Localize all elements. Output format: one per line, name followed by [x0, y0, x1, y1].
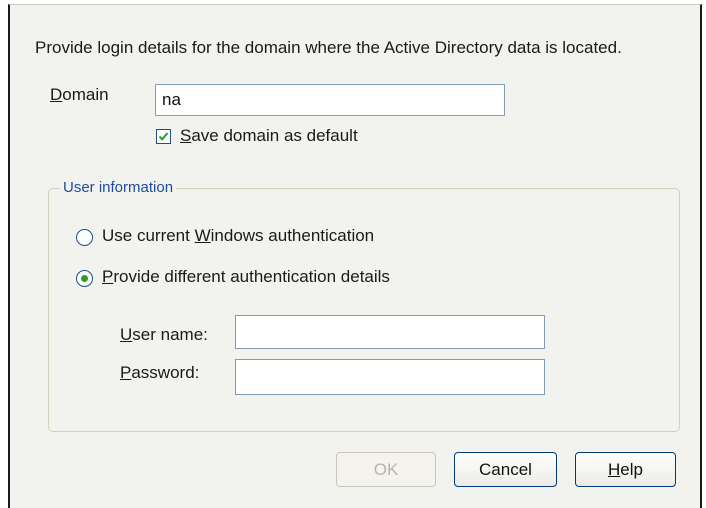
help-button[interactable]: Help — [575, 452, 676, 487]
username-input[interactable] — [235, 315, 545, 349]
save-default-checkbox[interactable] — [156, 129, 171, 144]
save-default-label[interactable]: Save domain as default — [180, 126, 358, 146]
password-input[interactable] — [235, 359, 545, 395]
use-current-auth-label[interactable]: Use current Windows authentication — [102, 226, 374, 246]
use-current-auth-radio[interactable] — [76, 229, 93, 246]
radio-selected-dot — [81, 275, 88, 282]
username-label: User name: — [120, 325, 208, 344]
login-dialog: Provide login details for the domain whe… — [8, 4, 702, 508]
password-label: Password: — [120, 363, 200, 382]
different-auth-label[interactable]: Provide different authentication details — [102, 267, 390, 287]
user-information-group — [48, 188, 680, 432]
ok-button[interactable]: OK — [336, 452, 436, 487]
different-auth-radio[interactable] — [76, 270, 93, 287]
cancel-button[interactable]: Cancel — [454, 452, 557, 487]
checkmark-icon — [158, 132, 169, 141]
domain-input[interactable] — [155, 84, 505, 116]
intro-text: Provide login details for the domain whe… — [35, 38, 622, 57]
user-information-title: User information — [60, 179, 177, 196]
domain-label: Domain — [50, 85, 109, 104]
